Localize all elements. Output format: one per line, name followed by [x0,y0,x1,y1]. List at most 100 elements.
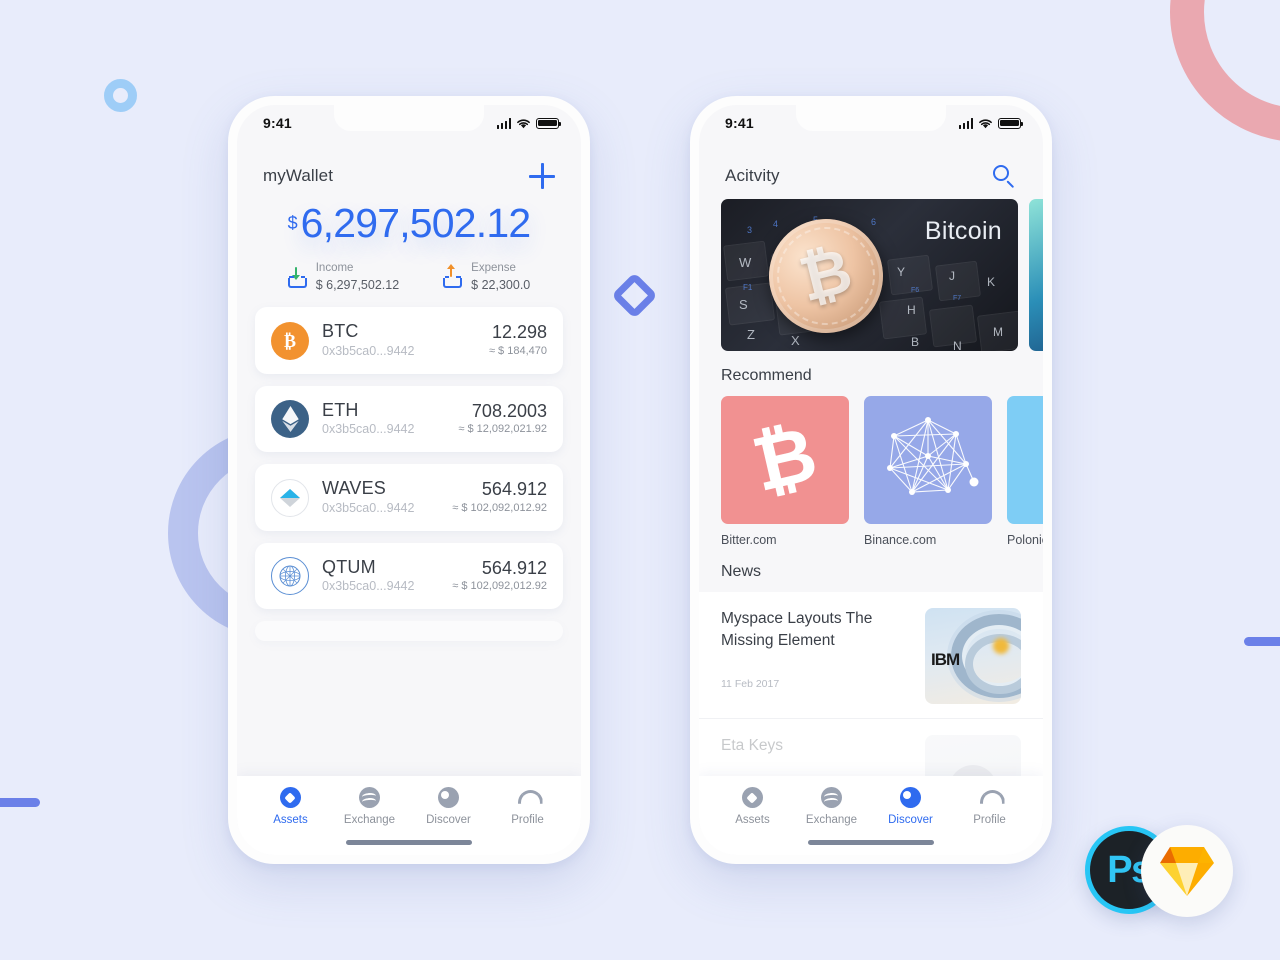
banner-bitcoin[interactable]: W E S Z X Y H J K B N M F1 F2 F5 F6 F7 [721,199,1018,351]
asset-usd-value: ≈ $ 12,092,021.92 [458,423,547,436]
qtum-coin-icon [271,557,309,596]
discover-content: W E S Z X Y H J K B N M F1 F2 F5 F6 F7 [699,193,1043,776]
svg-text:₿: ₿ [284,331,296,351]
banner-carousel[interactable]: W E S Z X Y H J K B N M F1 F2 F5 F6 F7 [699,193,1043,351]
tab-label: Discover [888,814,933,826]
asset-list[interactable]: ₿ BTC 0x3b5ca0...9442 12.298 ≈ $ 184,470 [237,293,581,776]
list-item[interactable]: Myspace Layouts The Missing Element 11 F… [699,592,1043,719]
sketch-diamond-icon [1160,847,1214,896]
tab-label: Assets [735,814,770,826]
waves-coin-icon [271,478,309,517]
wifi-icon [517,118,530,128]
asset-symbol: ETH [322,399,359,420]
table-row[interactable]: ₿ BTC 0x3b5ca0...9442 12.298 ≈ $ 184,470 [255,307,563,374]
asset-symbol: WAVES [322,478,387,499]
left-bar-shape [0,798,40,807]
table-row[interactable]: WAVES 0x3b5ca0...9442 564.912 ≈ $ 102,09… [255,464,563,531]
news-thumbnail: IBM [925,608,1021,704]
status-time: 9:41 [263,115,292,131]
battery-icon [998,117,1024,129]
signal-bars-icon [958,117,973,129]
asset-address: 0x3b5ca0...9442 [322,343,415,358]
tab-profile[interactable]: Profile [950,787,1029,826]
tab-discover[interactable]: Discover [409,787,488,826]
tab-exchange[interactable]: Exchange [330,787,409,826]
phone-notch [796,105,946,131]
profile-icon [979,787,1001,809]
expense-label: Expense [471,262,516,274]
recommend-label: Polonie [1007,533,1043,547]
asset-symbol: BTC [322,321,359,342]
table-row[interactable]: ETH 0x3b5ca0...9442 708.2003 ≈ $ 12,092,… [255,385,563,453]
poloniex-tile [1007,396,1043,524]
recommend-section-title: Recommend [721,367,812,384]
news-thumbnail [925,735,1021,776]
discover-screen: 9:41 Acitvity W S Z X Y H J K B N M F1 F… [699,105,1043,855]
bitcoin-b-icon: ₿ [721,396,849,524]
tab-bar: Assets Exchange Discover Profile [237,776,581,855]
table-row-partial[interactable] [255,621,563,642]
tab-discover[interactable]: Discover [871,787,950,826]
phone-wallet: 9:41 myWallet $ 6,297,502.12 Income $ 6,… [228,96,590,864]
news-section-title: News [721,563,762,580]
balance-currency: $ [287,213,298,233]
recommend-list[interactable]: ₿ Bitter.com Binance.com Poloni [699,396,1043,547]
balance-block: $ 6,297,502.12 Income $ 6,297,502.12 Exp… [237,193,581,293]
income-summary: Income $ 6,297,502.12 [287,261,400,293]
tab-assets[interactable]: Assets [713,787,792,826]
expense-summary: Expense $ 22,300.0 [443,261,530,293]
expense-tray-icon [443,263,463,288]
tab-label: Assets [273,814,308,826]
search-icon[interactable] [991,163,1017,189]
tab-exchange[interactable]: Exchange [792,787,871,826]
home-indicator[interactable] [808,840,934,845]
list-item[interactable]: Binance.com [864,396,992,547]
asset-usd-value: ≈ $ 102,092,012.92 [452,580,547,593]
ibm-logo: IBM [931,650,960,669]
tab-label: Exchange [805,814,858,826]
wallet-header: myWallet [237,141,581,193]
status-icons [958,117,1024,129]
news-headline: Eta Keys [721,737,784,754]
status-icons [496,117,562,129]
exchange-icon [358,787,381,809]
asset-address: 0x3b5ca0...9442 [322,579,415,594]
wifi-icon [979,118,992,128]
news-list[interactable]: Myspace Layouts The Missing Element 11 F… [699,592,1043,776]
asset-address: 0x3b5ca0...9442 [322,422,415,437]
news-date: 11 Feb 2017 [721,678,780,690]
discover-icon [899,787,922,809]
phone-discover: 9:41 Acitvity W S Z X Y H J K B N M F1 F… [690,96,1052,864]
list-item[interactable]: ₿ Bitter.com [721,396,849,547]
pink-ring-shape [1170,0,1280,142]
income-label: Income [315,262,354,274]
asset-usd-value: ≈ $ 184,470 [488,344,547,357]
tab-profile[interactable]: Profile [488,787,567,826]
bitcoin-coin-icon: ₿ [271,321,309,360]
asset-address: 0x3b5ca0...9442 [322,500,415,515]
sketch-badge [1141,825,1233,917]
plus-icon[interactable] [529,163,555,189]
banner-title: Bitcoin [924,217,1002,245]
table-row[interactable]: QTUM 0x3b5ca0...9442 564.912 ≈ $ 102,092… [255,542,563,610]
assets-icon [741,787,764,809]
asset-amount: 12.298 [491,322,547,343]
discover-header: Acitvity [699,141,1043,193]
assets-icon [279,787,302,809]
income-value: $ 6,297,502.12 [315,277,400,292]
background-decorations [0,0,1280,960]
banner-secondary[interactable] [1029,199,1043,351]
ethereum-coin-icon [271,400,309,439]
network-mesh-icon [864,396,992,524]
blue-donut-shape [104,79,137,112]
home-indicator[interactable] [346,840,472,845]
recommend-label: Binance.com [864,533,937,547]
tab-label: Profile [511,814,544,826]
list-item[interactable]: Eta Keys [699,719,1043,776]
profile-icon [517,787,539,809]
exchange-icon [820,787,843,809]
diamond-outline-shape [611,272,658,319]
tab-assets[interactable]: Assets [251,787,330,826]
list-item[interactable]: Polonie [1007,396,1043,547]
balance-row: $ 6,297,502.12 [237,203,581,244]
